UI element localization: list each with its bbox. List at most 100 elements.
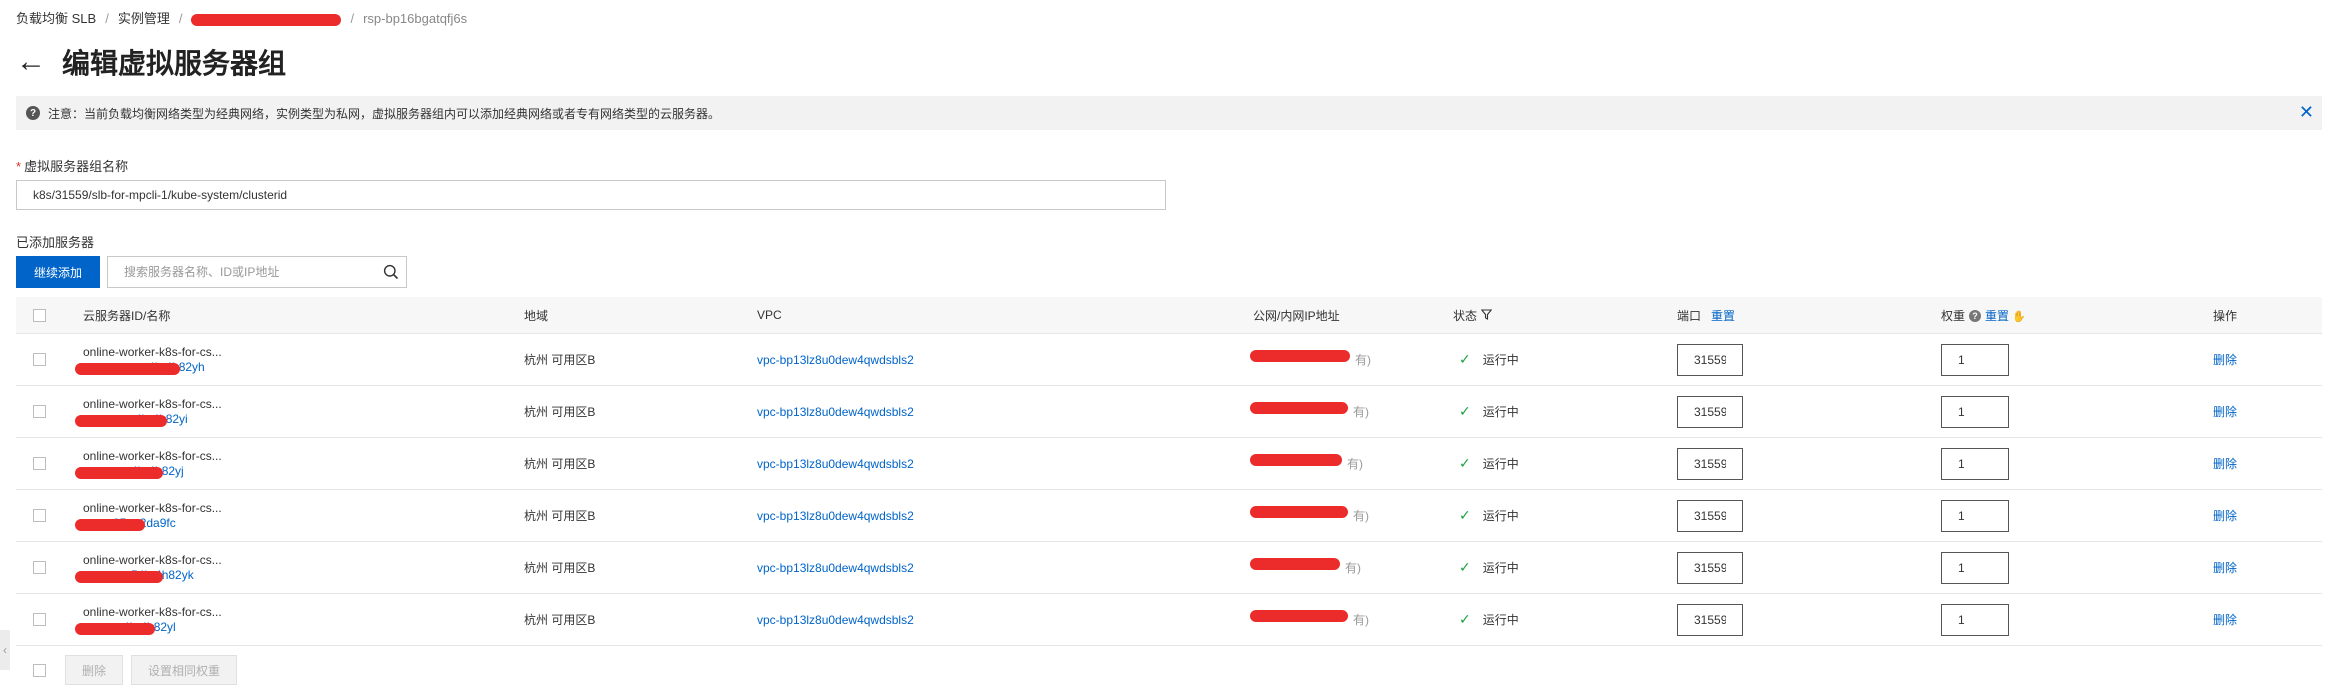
row-checkbox[interactable]: [33, 613, 46, 626]
status-cell: ✓ 运行中: [1459, 611, 1519, 627]
breadcrumb-item-instances[interactable]: 实例管理: [118, 11, 170, 26]
status-cell: ✓ 运行中: [1459, 403, 1519, 419]
row-checkbox[interactable]: [33, 457, 46, 470]
row-checkbox[interactable]: [33, 561, 46, 574]
redacted-ip: [1250, 506, 1348, 518]
status-cell: ✓ 运行中: [1459, 351, 1519, 367]
check-icon: ✓: [1459, 403, 1471, 419]
server-id[interactable]: 4br4h82yi: [75, 412, 222, 427]
vpc-link[interactable]: vpc-bp13lz8u0dew4qwdsbls2: [757, 405, 914, 419]
port-input[interactable]: [1677, 603, 1743, 636]
group-name-input[interactable]: [16, 180, 1166, 210]
redacted-ip: [1250, 402, 1348, 414]
table-footer: 删除 设置相同权重: [16, 655, 2322, 685]
delete-link[interactable]: 删除: [2213, 559, 2237, 576]
cursor-icon: ✋: [2012, 310, 2026, 323]
column-header-id: 云服务器ID/名称: [83, 308, 171, 323]
server-name: online-worker-k8s-for-cs...: [83, 500, 222, 515]
vpc-link[interactable]: vpc-bp13lz8u0dew4qwdsbls2: [757, 613, 914, 627]
search-icon[interactable]: [376, 264, 406, 280]
column-header-ip: 公网/内网IP地址: [1253, 308, 1340, 323]
server-name: online-worker-k8s-for-cs...: [83, 604, 222, 619]
server-name: online-worker-k8s-for-cs...: [83, 552, 222, 567]
select-all-checkbox[interactable]: [33, 308, 46, 322]
redacted-ip: [1250, 558, 1340, 570]
batch-delete-button[interactable]: 删除: [65, 655, 123, 685]
status-cell: ✓ 运行中: [1459, 507, 1519, 523]
port-input[interactable]: [1677, 343, 1743, 376]
server-id[interactable]: 54br4h82yk: [75, 568, 222, 583]
weight-input[interactable]: [1941, 343, 2009, 376]
collapse-handle[interactable]: ‹: [0, 630, 10, 670]
delete-link[interactable]: 删除: [2213, 507, 2237, 524]
delete-link[interactable]: 删除: [2213, 455, 2237, 472]
row-checkbox[interactable]: [33, 405, 46, 418]
server-id-cell: online-worker-k8s-for-cs... 4br4h82yi: [75, 396, 222, 427]
table-header: 云服务器ID/名称 地域 VPC 公网/内网IP地址 状态 端口 重置 权重? 重置…: [16, 297, 2322, 334]
ip-cell: 有): [1250, 454, 1363, 472]
vpc-link[interactable]: vpc-bp13lz8u0dew4qwdsbls2: [757, 353, 914, 367]
filter-icon[interactable]: [1480, 309, 1493, 323]
vpc-link[interactable]: vpc-bp13lz8u0dew4qwdsbls2: [757, 561, 914, 575]
search-box: [107, 256, 407, 288]
breadcrumb: 负载均衡 SLB / 实例管理 / / rsp-bp16bgatqfj6s: [16, 8, 467, 27]
weight-reset-link[interactable]: 重置: [1985, 309, 2009, 323]
weight-input[interactable]: [1941, 447, 2009, 480]
delete-link[interactable]: 删除: [2213, 611, 2237, 628]
ip-cell: 有): [1250, 506, 1369, 524]
region-cell: 杭州 可用区B: [524, 353, 596, 367]
server-id-cell: online-worker-k8s-for-cs... 54br4h82yk: [75, 552, 222, 583]
port-cell: [1677, 395, 1743, 428]
row-checkbox[interactable]: [33, 509, 46, 522]
port-input[interactable]: [1677, 499, 1743, 532]
weight-input[interactable]: [1941, 395, 2009, 428]
weight-input[interactable]: [1941, 499, 2009, 532]
weight-input[interactable]: [1941, 603, 2009, 636]
port-input[interactable]: [1677, 447, 1743, 480]
search-input[interactable]: [108, 258, 376, 286]
region-cell: 杭州 可用区B: [524, 613, 596, 627]
redacted-id: [75, 622, 155, 635]
server-id[interactable]: 4br4h82yj: [75, 464, 222, 479]
footer-select-checkbox[interactable]: [33, 663, 46, 677]
server-id-cell: online-worker-k8s-for-cs... 4br4h82yj: [75, 449, 222, 479]
port-input[interactable]: [1677, 395, 1743, 428]
back-arrow-icon[interactable]: ←: [16, 47, 46, 77]
vpc-link[interactable]: vpc-bp13lz8u0dew4qwdsbls2: [757, 509, 914, 523]
group-name-label: * 虚拟服务器组名称: [16, 159, 129, 174]
delete-link[interactable]: 删除: [2213, 403, 2237, 420]
redacted-id: [75, 466, 163, 479]
redacted-ip: [1250, 610, 1348, 622]
server-id[interactable]: 4br4h82yh: [75, 360, 222, 375]
region-cell: 杭州 可用区B: [524, 509, 596, 523]
server-id-cell: online-worker-k8s-for-cs... 05ga2da9fc: [75, 500, 222, 531]
server-id[interactable]: 4br4h82yl: [75, 620, 222, 635]
table-row: online-worker-k8s-for-cs... 05ga2da9fc 杭…: [16, 490, 2322, 542]
weight-input[interactable]: [1941, 551, 2009, 584]
close-icon[interactable]: ✕: [2299, 102, 2314, 123]
vpc-link[interactable]: vpc-bp13lz8u0dew4qwdsbls2: [757, 457, 914, 471]
port-input[interactable]: [1677, 551, 1743, 584]
page-title: 编辑虚拟服务器组: [62, 48, 287, 79]
continue-add-button[interactable]: 继续添加: [16, 256, 100, 288]
table-row: online-worker-k8s-for-cs... 4br4h82yh 杭州…: [16, 334, 2322, 386]
ip-cell: 有): [1250, 558, 1361, 576]
server-name: online-worker-k8s-for-cs...: [83, 396, 222, 411]
port-reset-link[interactable]: 重置: [1711, 309, 1735, 323]
port-cell: [1677, 551, 1743, 584]
breadcrumb-item-slb[interactable]: 负载均衡 SLB: [16, 11, 96, 26]
set-same-weight-button[interactable]: 设置相同权重: [131, 655, 237, 685]
server-id-cell: online-worker-k8s-for-cs... 4br4h82yh: [75, 345, 222, 375]
row-checkbox[interactable]: [33, 353, 46, 366]
breadcrumb-separator: /: [105, 11, 109, 26]
redacted-id: [75, 414, 167, 427]
redacted-ip: [1250, 350, 1350, 362]
server-id[interactable]: 05ga2da9fc: [75, 516, 222, 531]
ip-cell: 有): [1250, 610, 1369, 628]
column-header-vpc: VPC: [757, 308, 782, 322]
help-icon[interactable]: ?: [1969, 310, 1982, 323]
delete-link[interactable]: 删除: [2213, 351, 2237, 368]
title-row: ← 编辑虚拟服务器组: [16, 42, 286, 82]
weight-cell: [1941, 551, 2009, 584]
column-header-weight: 权重? 重置 ✋: [1941, 308, 2026, 323]
